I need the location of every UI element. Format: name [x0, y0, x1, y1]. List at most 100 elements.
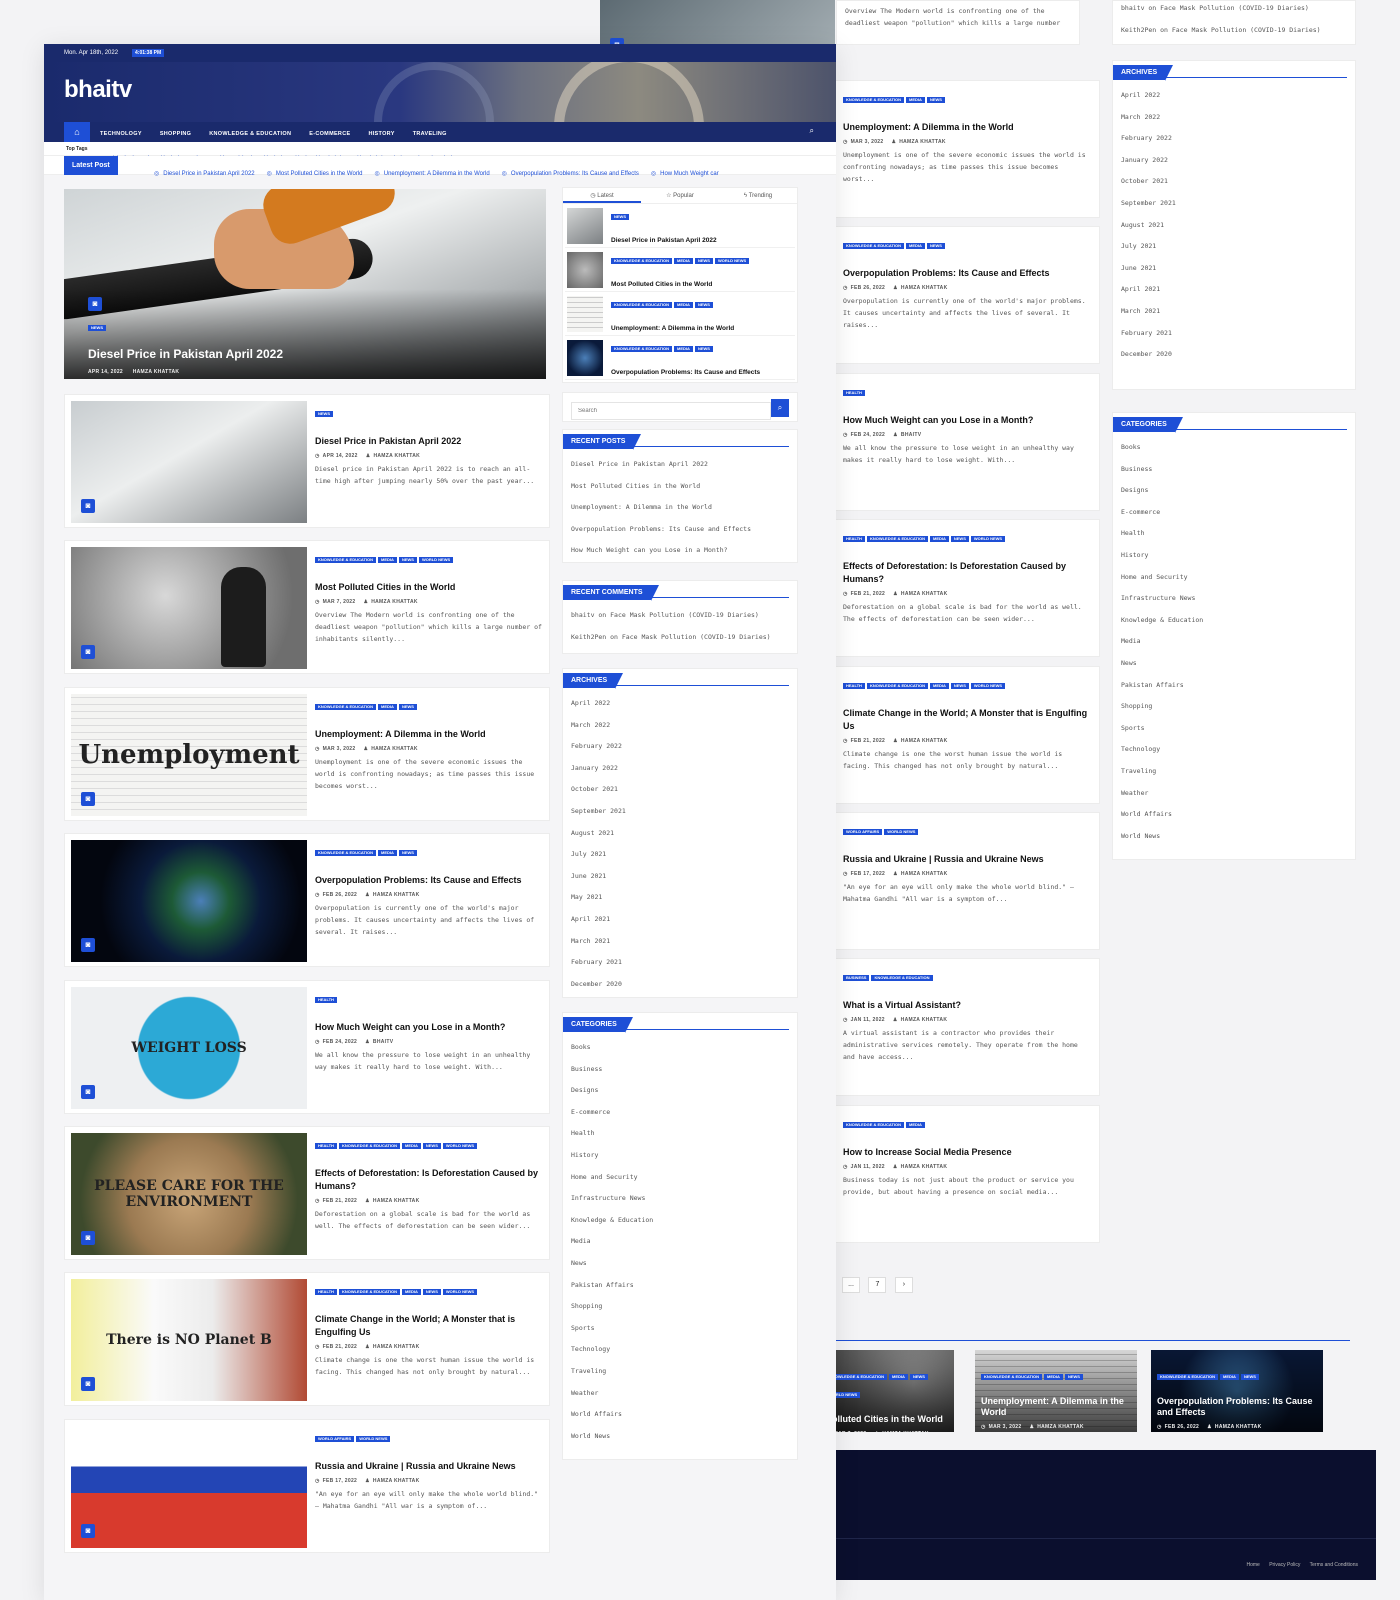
widget-list-item[interactable]: Home and Security — [1121, 570, 1347, 592]
category-badge[interactable]: KNOWLEDGE & EDUCATION — [871, 975, 933, 982]
category-badge[interactable]: HEALTH — [843, 536, 865, 543]
category-badge[interactable]: WORLD NEWS — [442, 1143, 478, 1149]
widget-list-item[interactable]: Shopping — [571, 1299, 789, 1321]
category-badge[interactable]: HEALTH — [843, 389, 865, 396]
widget-list-item[interactable]: Business — [571, 1062, 789, 1084]
tab-post-title[interactable]: Overpopulation Problems: Its Cause and E… — [611, 369, 797, 376]
widget-list-item[interactable]: April 2022 — [571, 696, 789, 718]
post-author[interactable]: HAMZA KHATTAK — [882, 1431, 929, 1432]
pagination-next[interactable]: › — [894, 1277, 913, 1293]
widget-list-item[interactable]: March 2021 — [571, 934, 789, 956]
widget-list-item[interactable]: World News — [1121, 829, 1347, 851]
category-badge[interactable]: MEDIA — [1044, 1374, 1063, 1380]
widget-list-item[interactable]: October 2021 — [571, 782, 789, 804]
widget-list-item[interactable]: Shopping — [1121, 699, 1347, 721]
widget-list-item[interactable]: April 2021 — [1121, 282, 1347, 304]
widget-list-item[interactable]: August 2021 — [1121, 218, 1347, 240]
category-badge[interactable]: MEDIA — [378, 850, 397, 857]
widget-list-item[interactable]: August 2021 — [571, 826, 789, 848]
tab-post-item[interactable]: KNOWLEDGE & EDUCATION MEDIA NEWS WORLD NEWS… — [565, 248, 795, 292]
tab-post-thumbnail[interactable] — [567, 340, 603, 376]
featured-title[interactable]: Polluted Cities in the World — [826, 1414, 948, 1425]
widget-list-item[interactable]: July 2021 — [1121, 239, 1347, 261]
post-thumbnail[interactable]: ◙ — [71, 840, 307, 963]
widget-list-item[interactable]: Infrastructure News — [571, 1191, 789, 1213]
post-title[interactable]: How Much Weight can you Lose in a Month? — [843, 414, 1091, 427]
widget-list-item[interactable]: March 2021 — [1121, 304, 1347, 326]
widget-list-item[interactable]: World News — [571, 1429, 789, 1451]
nav-item[interactable]: TRAVELING — [413, 124, 447, 144]
post-title[interactable]: What is a Virtual Assistant? — [843, 999, 1091, 1012]
widget-list-item[interactable]: June 2021 — [1121, 261, 1347, 283]
widget-list-item[interactable]: Designs — [571, 1083, 789, 1105]
category-badge[interactable]: KNOWLEDGE & EDUCATION — [315, 850, 377, 857]
widget-list-item[interactable]: Traveling — [571, 1364, 789, 1386]
post-author[interactable]: HAMZA KHATTAK — [901, 871, 948, 877]
widget-list-item[interactable]: bhaitv on Face Mask Pollution (COVID-19 … — [1121, 1, 1347, 23]
tab-post-thumbnail[interactable] — [567, 296, 603, 332]
tab-popular[interactable]: ☆ Popular — [641, 188, 719, 203]
widget-list-item[interactable]: Pakistan Affairs — [571, 1278, 789, 1300]
post-title[interactable]: Diesel Price in Pakistan April 2022 — [315, 435, 543, 448]
post-author[interactable]: HAMZA KHATTAK — [371, 599, 418, 605]
widget-list-item[interactable]: December 2020 — [1121, 347, 1347, 369]
hero-badge[interactable]: NEWS — [88, 325, 106, 331]
widget-list-item[interactable]: Pakistan Affairs — [1121, 678, 1347, 700]
category-badge[interactable]: HEALTH — [315, 1289, 337, 1296]
widget-list-item[interactable]: Most Polluted Cities in the World — [571, 479, 789, 501]
widget-list-item[interactable]: History — [571, 1148, 789, 1170]
footer-link-home[interactable]: Home — [1246, 1562, 1259, 1568]
category-badge[interactable]: NEWS — [950, 682, 969, 689]
category-badge[interactable]: NEWS — [926, 97, 945, 103]
pagination-last[interactable]: 7 — [868, 1277, 887, 1293]
category-badge[interactable]: WORLD NEWS — [442, 1289, 478, 1296]
footer-link-privacy[interactable]: Privacy Policy — [1269, 1562, 1300, 1568]
widget-list-item[interactable]: October 2021 — [1121, 174, 1347, 196]
post-author[interactable]: HAMZA KHATTAK — [1037, 1424, 1084, 1430]
post-author[interactable]: HAMZA KHATTAK — [1215, 1424, 1262, 1430]
category-badge[interactable]: MEDIA — [378, 703, 397, 710]
widget-list-item[interactable]: Media — [1121, 634, 1347, 656]
post-thumbnail[interactable]: Unemployment ◙ — [71, 693, 307, 816]
post-title[interactable]: How Much Weight can you Lose in a Month? — [315, 1021, 543, 1034]
category-badge[interactable]: NEWS — [398, 557, 417, 564]
widget-list-item[interactable]: July 2021 — [571, 847, 789, 869]
category-badge[interactable]: NEWS — [926, 243, 945, 250]
category-badge[interactable]: HEALTH — [843, 682, 865, 689]
category-badge[interactable]: NEWS — [694, 346, 713, 352]
post-title[interactable]: Most Polluted Cities in the World — [315, 581, 543, 594]
category-badge[interactable]: KNOWLEDGE & EDUCATION — [843, 1121, 905, 1128]
post-title[interactable]: Climate Change in the World; A Monster t… — [315, 1313, 543, 1339]
footer-link-terms[interactable]: Terms and Conditions — [1310, 1562, 1358, 1568]
widget-list-item[interactable]: Unemployment: A Dilemma in the World — [571, 500, 789, 522]
widget-list-item[interactable]: Keith2Pen on Face Mask Pollution (COVID-… — [571, 630, 789, 652]
category-badge[interactable]: WORLD NEWS — [418, 557, 454, 564]
category-badge[interactable]: NEWS — [422, 1289, 441, 1296]
category-badge[interactable]: NEWS — [909, 1374, 928, 1380]
tab-post-title[interactable]: Diesel Price in Pakistan April 2022 — [611, 237, 797, 244]
widget-list-item[interactable]: E-commerce — [1121, 505, 1347, 527]
widget-list-item[interactable]: Health — [571, 1126, 789, 1148]
category-badge[interactable]: MEDIA — [401, 1143, 421, 1149]
post-title[interactable]: How to Increase Social Media Presence — [843, 1146, 1091, 1159]
featured-title[interactable]: Unemployment: A Dilemma in the World — [981, 1396, 1131, 1418]
post-thumbnail[interactable]: PLEASE CARE FOR THE ENVIRONMENT ◙ — [71, 1133, 307, 1255]
widget-list-item[interactable]: February 2022 — [571, 739, 789, 761]
widget-list-item[interactable]: Designs — [1121, 483, 1347, 505]
search-input[interactable] — [571, 402, 771, 420]
category-badge[interactable]: KNOWLEDGE & EDUCATION — [338, 1289, 400, 1296]
post-title[interactable]: Overpopulation Problems: Its Cause and E… — [315, 874, 543, 887]
widget-list-item[interactable]: Technology — [571, 1342, 789, 1364]
nav-item[interactable]: E-COMMERCE — [309, 124, 350, 144]
post-title[interactable]: Overpopulation Problems: Its Cause and E… — [843, 267, 1091, 280]
widget-list-item[interactable]: Diesel Price in Pakistan April 2022 — [571, 457, 789, 479]
category-badge[interactable]: WORLD NEWS — [970, 682, 1006, 689]
post-author[interactable]: HAMZA KHATTAK — [373, 1478, 420, 1484]
widget-list-item[interactable]: Knowledge & Education — [571, 1213, 789, 1235]
widget-list-item[interactable]: History — [1121, 548, 1347, 570]
widget-list-item[interactable]: Home and Security — [571, 1170, 789, 1192]
widget-list-item[interactable]: Sports — [571, 1321, 789, 1343]
post-title[interactable]: Russia and Ukraine | Russia and Ukraine … — [843, 853, 1091, 866]
category-badge[interactable]: MEDIA — [674, 258, 693, 264]
tab-post-title[interactable]: Most Polluted Cities in the World — [611, 281, 797, 288]
